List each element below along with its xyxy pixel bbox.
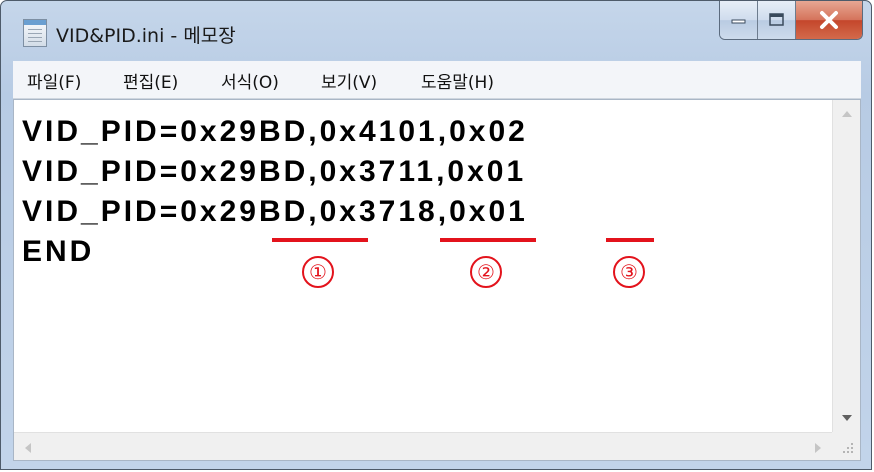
text-line: END — [22, 235, 95, 268]
scroll-right-icon[interactable] — [814, 442, 822, 454]
annotation-underline-3 — [606, 238, 654, 242]
menu-help[interactable]: 도움말(H) — [421, 68, 494, 93]
menu-view[interactable]: 보기(V) — [321, 68, 377, 93]
minimize-icon — [731, 19, 745, 24]
menu-file[interactable]: 파일(F) — [27, 68, 81, 93]
annotation-underline-2 — [440, 238, 536, 242]
annotation-label-2: ② — [470, 256, 502, 288]
scroll-left-icon[interactable] — [24, 442, 32, 454]
text-content[interactable]: VID_PID=0x29BD,0x4101,0x02 VID_PID=0x29B… — [14, 100, 832, 432]
horizontal-scrollbar[interactable] — [14, 432, 832, 460]
maximize-button[interactable] — [758, 1, 796, 39]
close-button[interactable] — [796, 1, 862, 39]
menu-bar: 파일(F) 편집(E) 서식(O) 보기(V) 도움말(H) — [13, 61, 861, 99]
editor[interactable]: VID_PID=0x29BD,0x4101,0x02 VID_PID=0x29B… — [13, 99, 861, 461]
notepad-window: VID&PID.ini - 메모장 파일(F) 편집(E) 서식(O) 보기(V… — [0, 0, 872, 470]
annotation-underline-1 — [272, 238, 368, 242]
maximize-icon — [768, 13, 784, 26]
text-line: VID_PID=0x29BD,0x4101,0x02 — [22, 115, 528, 148]
title-bar[interactable]: VID&PID.ini - 메모장 — [1, 1, 871, 61]
scroll-up-icon[interactable] — [841, 110, 853, 118]
text-line: VID_PID=0x29BD,0x3718,0x01 — [22, 195, 528, 228]
scroll-down-icon[interactable] — [841, 414, 853, 422]
minimize-button[interactable] — [720, 1, 758, 39]
annotation-label-3: ③ — [613, 256, 645, 288]
annotation-label-1: ① — [302, 256, 334, 288]
window-title: VID&PID.ini - 메모장 — [56, 25, 236, 47]
resize-grip-icon[interactable] — [832, 432, 860, 460]
close-icon — [820, 11, 838, 29]
notepad-icon[interactable] — [23, 19, 47, 47]
menu-format[interactable]: 서식(O) — [221, 68, 279, 93]
vertical-scrollbar[interactable] — [832, 100, 860, 432]
menu-edit[interactable]: 편집(E) — [123, 68, 178, 93]
window-controls — [719, 1, 863, 40]
text-line: VID_PID=0x29BD,0x3711,0x01 — [22, 155, 527, 188]
